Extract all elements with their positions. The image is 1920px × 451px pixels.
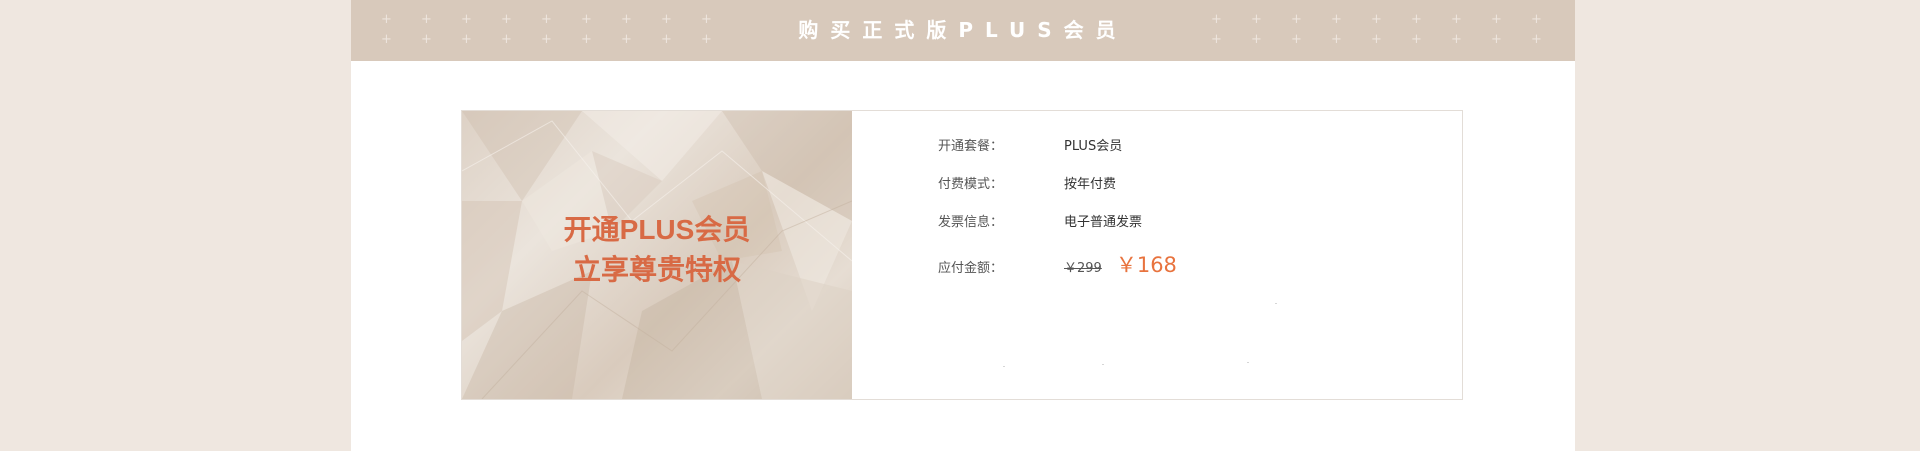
invoice-row: 发票信息： 电子普通发票 [938,211,1142,235]
page-title: 购买正式版PLUS会员 [798,18,1128,42]
plan-label: 开通套餐： [938,139,1004,154]
speck-mark [1003,366,1005,367]
promo-banner: 开通PLUS会员 立享尊贵特权 [462,111,852,399]
order-card: 开通PLUS会员 立享尊贵特权 开通套餐： PLUS会员 付费模式： 按年付费 发票… [461,110,1463,400]
current-price: ￥168 [1115,253,1177,277]
amount-row: 应付金额： ￥299 ￥168 [938,249,1177,281]
speck-mark [1102,364,1104,365]
plan-value: PLUS会员 [1064,139,1123,154]
invoice-label: 发票信息： [938,215,1004,230]
original-price: ￥299 [1064,261,1102,276]
order-details: 开通套餐： PLUS会员 付费模式： 按年付费 发票信息： 电子普通发票 应付金额： ￥… [852,111,1462,399]
speck-mark [1247,362,1249,363]
invoice-value: 电子普通发票 [1064,215,1143,230]
speck-mark [1275,303,1277,304]
promo-line-1: 开通PLUS会员 [563,214,751,245]
payment-mode-row: 付费模式： 按年付费 [938,173,1116,197]
payment-mode-value: 按年付费 [1064,177,1117,192]
header-bar: + + + + + + + + + + + + + + + + + + + + + + + + + + + + + + + + + + + + 购买… [351,0,1575,61]
payment-mode-label: 付费模式： [938,177,1004,192]
amount-label: 应付金额： [938,261,1004,276]
main-panel: + + + + + + + + + + + + + + + + + + + + + + + + + + + + + + + + + + + + 购买… [351,0,1575,451]
promo-line-2: 立享尊贵特权 [572,254,741,285]
plan-row: 开通套餐： PLUS会员 [938,135,1122,159]
